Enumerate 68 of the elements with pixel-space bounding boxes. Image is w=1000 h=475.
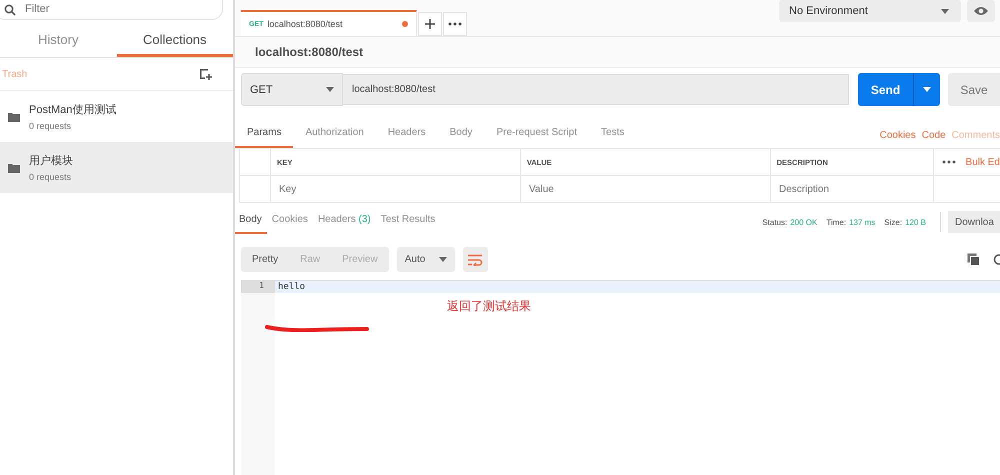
status-label: Status: <box>762 218 788 226</box>
new-tab-button[interactable] <box>418 12 442 36</box>
more-icon <box>448 22 462 26</box>
unsaved-dot <box>402 21 408 27</box>
caret-icon <box>923 87 931 92</box>
caret-icon <box>941 8 949 14</box>
search-icon <box>4 4 16 16</box>
response-tab[interactable]: Test Results <box>376 210 440 234</box>
caret-icon <box>438 257 447 262</box>
method-dropdown[interactable]: GET <box>241 73 343 106</box>
send-options-button[interactable] <box>914 73 940 106</box>
param-field[interactable]: Description <box>777 182 922 196</box>
collection-item[interactable]: 用户模块 0 requests <box>0 142 233 193</box>
param-field[interactable]: Value <box>527 182 750 196</box>
status-value: 137 ms <box>849 218 876 226</box>
save-button[interactable]: Save <box>948 73 1000 106</box>
wrap-lines-button[interactable] <box>462 247 488 272</box>
more-button[interactable] <box>443 12 467 36</box>
header-link[interactable]: Code <box>922 130 946 141</box>
caret-icon <box>326 87 334 92</box>
request-section-tab[interactable]: Authorization <box>293 127 376 148</box>
folder-icon <box>8 112 20 122</box>
status-value: 200 OK <box>790 218 818 226</box>
collection-item[interactable]: PostMan使用测试 0 requests <box>0 91 233 142</box>
copy-icon[interactable] <box>967 253 980 266</box>
request-count: 0 requests <box>29 121 72 131</box>
header-link[interactable]: Cookies <box>880 130 916 141</box>
trash-link[interactable]: Trash <box>2 68 28 80</box>
response-tab[interactable]: Body <box>235 210 267 234</box>
download-button[interactable]: Downloa <box>948 211 1000 233</box>
filter-field[interactable]: Filter <box>0 0 223 20</box>
url-field[interactable]: localhost:8080/test <box>343 74 849 105</box>
eye-icon <box>973 6 989 16</box>
response-tab[interactable]: Cookies <box>266 210 313 234</box>
send-button[interactable]: Send <box>858 73 914 106</box>
view-mode-button[interactable]: Pretty <box>241 247 290 272</box>
view-mode-button[interactable]: Preview <box>331 247 389 272</box>
collection-name: PostMan使用测试 <box>29 103 116 117</box>
status-value: 120 B <box>905 218 926 226</box>
request-section-tab[interactable]: Headers <box>376 127 438 148</box>
line-number: 1 <box>241 281 275 293</box>
tab-title: localhost:8080/test <box>267 19 342 29</box>
request-title: localhost:8080/test <box>235 37 1000 68</box>
collection-name: 用户模块 <box>29 154 73 168</box>
environment-dropdown[interactable]: No Environment <box>779 0 961 22</box>
more-icon[interactable] <box>942 160 956 164</box>
request-count: 0 requests <box>29 172 72 182</box>
folder-icon <box>8 162 20 172</box>
request-section-tab[interactable]: Tests <box>589 127 636 148</box>
annotation-text: 返回了测试结果 <box>447 298 531 315</box>
code-text: hello <box>277 282 306 292</box>
request-section-tab[interactable]: Pre-request Script <box>484 127 590 148</box>
status-label: Size: <box>884 218 902 226</box>
sidebar-tab[interactable]: History <box>0 26 116 57</box>
param-field[interactable]: Key <box>277 182 500 196</box>
response-tab[interactable]: Headers (3) <box>312 210 376 234</box>
search-icon[interactable] <box>992 254 1000 266</box>
request-section-tab[interactable]: Body <box>438 127 484 148</box>
plus-icon <box>424 18 436 30</box>
format-dropdown[interactable]: Auto <box>396 247 455 272</box>
view-mode-button[interactable]: Raw <box>289 247 332 272</box>
wrap-icon <box>467 254 484 266</box>
eye-button[interactable] <box>967 0 995 22</box>
new-collection-icon[interactable] <box>199 68 213 80</box>
bulk-edit-link[interactable]: Bulk Ed <box>966 156 1000 168</box>
sidebar-tab[interactable]: Collections <box>116 26 233 57</box>
request-section-tab[interactable]: Params <box>235 127 294 148</box>
status-label: Time: <box>826 218 846 226</box>
